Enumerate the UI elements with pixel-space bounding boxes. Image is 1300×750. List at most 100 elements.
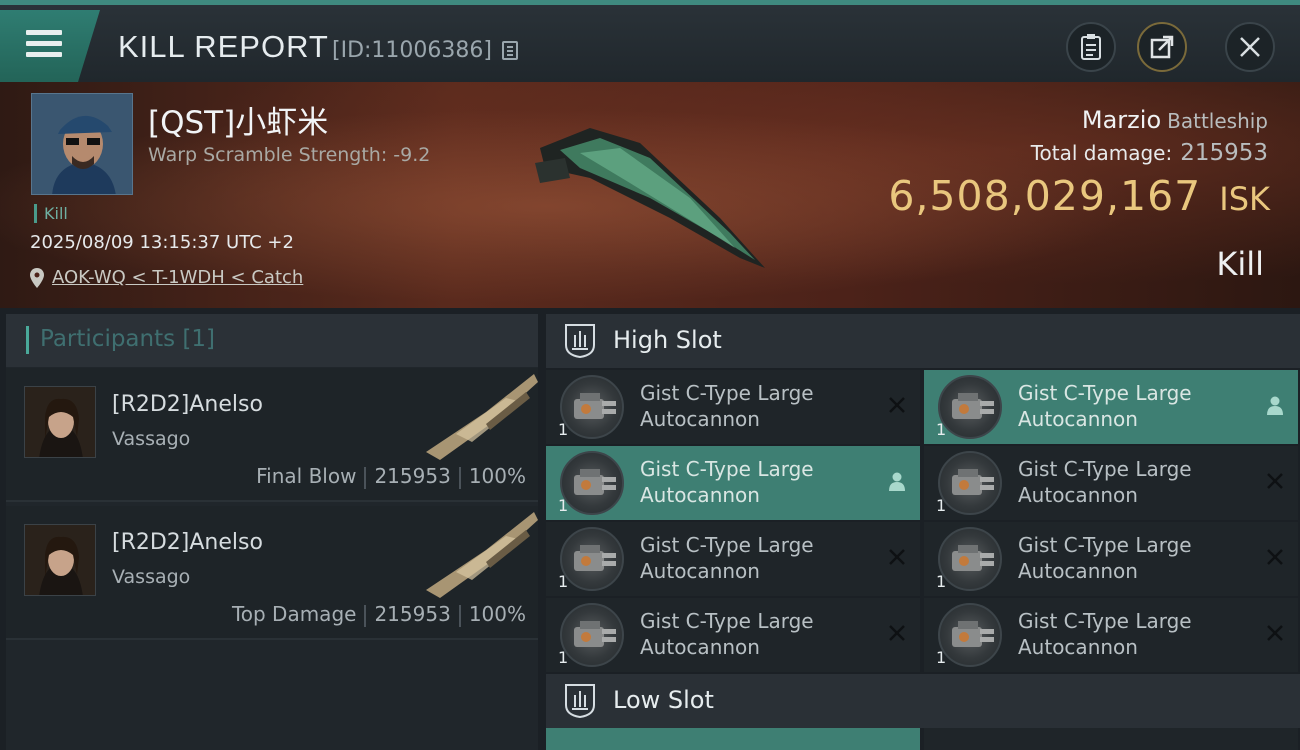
participants-title: Participants [1] [40, 326, 215, 352]
autocannon-icon [560, 451, 624, 515]
module-name: Gist C-Type Large Autocannon [640, 456, 880, 508]
module-name: Gist C-Type Large Autocannon [640, 380, 880, 432]
module-name: Gist C-Type Large Autocannon [640, 608, 880, 660]
victim-avatar[interactable] [31, 93, 133, 195]
module-name-line2: Autocannon [1018, 407, 1138, 431]
module-name: Gist C-Type Large Autocannon [1018, 380, 1258, 432]
participants-panel: Participants [1] [R2D2]Anelso Vassago Fi… [6, 314, 538, 750]
close-icon [1267, 549, 1283, 565]
copy-icon[interactable] [502, 41, 518, 60]
ship-name: Marzio [1081, 106, 1162, 134]
victim-name: [QST]小虾米 [148, 105, 329, 141]
high-slot-module[interactable]: 1 Gist C-Type Large Autocannon [924, 446, 1298, 520]
close-icon [889, 549, 905, 565]
total-damage-label: Total damage: [1030, 141, 1173, 165]
module-name: Gist C-Type Large Autocannon [1018, 608, 1258, 660]
module-quantity: 1 [558, 572, 569, 591]
autocannon-icon [938, 375, 1002, 439]
participant-name: [R2D2]Anelso [112, 392, 263, 417]
autocannon-icon [938, 603, 1002, 667]
module-name-line1: Gist C-Type Large [640, 609, 814, 633]
person-icon [889, 472, 905, 491]
participant-role: Final Blow [256, 464, 357, 488]
share-button[interactable] [1137, 22, 1187, 72]
high-slot-module[interactable]: 1 Gist C-Type Large Autocannon [924, 370, 1298, 444]
module-quantity: 1 [558, 496, 569, 515]
warp-scramble-strength: Warp Scramble Strength: -9.2 [148, 144, 431, 166]
participant-ship-image [426, 372, 538, 462]
participant-percent: 100% [468, 464, 526, 488]
participant-stats: Top Damage 215953 100% [232, 602, 526, 627]
kill-location[interactable]: AOK-WQ < T-1WDH < Catch [30, 267, 303, 288]
victim-banner: [QST]小虾米 Warp Scramble Strength: -9.2 Ki… [0, 82, 1300, 308]
clipboard-button[interactable] [1066, 22, 1116, 72]
isk-unit: ISK [1219, 180, 1270, 218]
module-name-line1: Gist C-Type Large [1018, 533, 1192, 557]
high-slot-header: High Slot [546, 314, 1300, 368]
module-name-line2: Autocannon [640, 407, 760, 431]
location-pin-icon [30, 267, 44, 288]
high-slot-title: High Slot [613, 326, 722, 354]
module-name-line1: Gist C-Type Large [1018, 457, 1192, 481]
participant-avatar [24, 386, 96, 458]
module-name-line2: Autocannon [1018, 635, 1138, 659]
low-slot-module[interactable] [546, 728, 920, 750]
high-slot-module[interactable]: 1 Gist C-Type Large Autocannon [546, 446, 920, 520]
kill-id: [ID:11006386] [332, 38, 492, 63]
close-icon [889, 397, 905, 413]
kill-tag: Kill [34, 204, 68, 223]
module-name-line2: Autocannon [640, 483, 760, 507]
page-title: KILL REPORT [118, 29, 329, 64]
isk-value: 6,508,029,167 [888, 172, 1202, 220]
module-name-line1: Gist C-Type Large [640, 457, 814, 481]
header-accent-bar [26, 326, 29, 354]
clipboard-icon [1081, 34, 1101, 60]
total-damage-value: 215953 [1180, 140, 1268, 166]
module-quantity: 1 [936, 496, 947, 515]
close-icon [1267, 625, 1283, 641]
autocannon-icon [938, 527, 1002, 591]
participant-card[interactable]: [R2D2]Anelso Vassago Top Damage 215953 100… [6, 506, 538, 640]
participant-ship: Vassago [112, 428, 191, 450]
module-quantity: 1 [558, 420, 569, 439]
module-name: Gist C-Type Large Autocannon [1018, 456, 1258, 508]
separator [364, 466, 367, 489]
module-quantity: 1 [936, 572, 947, 591]
kill-result: Kill [1216, 245, 1264, 283]
participant-card[interactable]: [R2D2]Anelso Vassago Final Blow 215953 100… [6, 368, 538, 502]
high-slot-module[interactable]: 1 Gist C-Type Large Autocannon [546, 522, 920, 596]
participant-name: [R2D2]Anelso [112, 530, 263, 555]
low-slot-title: Low Slot [613, 686, 714, 714]
high-slot-module[interactable]: 1 Gist C-Type Large Autocannon [924, 522, 1298, 596]
module-name-line1: Gist C-Type Large [640, 381, 814, 405]
autocannon-icon [938, 451, 1002, 515]
high-slot-module[interactable]: 1 Gist C-Type Large Autocannon [924, 598, 1298, 672]
close-icon [1267, 473, 1283, 489]
low-slot-module[interactable] [924, 728, 1298, 750]
participant-damage: 215953 [374, 602, 451, 626]
participant-role: Top Damage [231, 602, 357, 626]
participant-damage: 215953 [374, 464, 451, 488]
victim-ship: Marzio Battleship [1082, 106, 1268, 134]
autocannon-icon [560, 527, 624, 591]
low-slot-header: Low Slot [546, 674, 1300, 728]
high-slot-module[interactable]: 1 Gist C-Type Large Autocannon [546, 370, 920, 444]
separator [458, 466, 461, 489]
participant-ship-image [426, 510, 538, 600]
menu-button[interactable] [0, 10, 100, 82]
location-link[interactable]: AOK-WQ < T-1WDH < Catch [52, 267, 303, 288]
high-slot-shield-icon [565, 324, 595, 359]
low-slot-shield-icon [565, 684, 595, 719]
participant-avatar [24, 524, 96, 596]
module-quantity: 1 [936, 420, 947, 439]
close-icon [889, 625, 905, 641]
isk-value-row: 6,508,029,167 ISK [888, 172, 1270, 220]
module-name: Gist C-Type Large Autocannon [1018, 532, 1258, 584]
autocannon-icon [560, 375, 624, 439]
module-name-line2: Autocannon [640, 559, 760, 583]
autocannon-icon [560, 603, 624, 667]
close-button[interactable] [1225, 22, 1275, 72]
participants-header: Participants [1] [6, 314, 538, 367]
module-name: Gist C-Type Large Autocannon [640, 532, 880, 584]
high-slot-module[interactable]: 1 Gist C-Type Large Autocannon [546, 598, 920, 672]
